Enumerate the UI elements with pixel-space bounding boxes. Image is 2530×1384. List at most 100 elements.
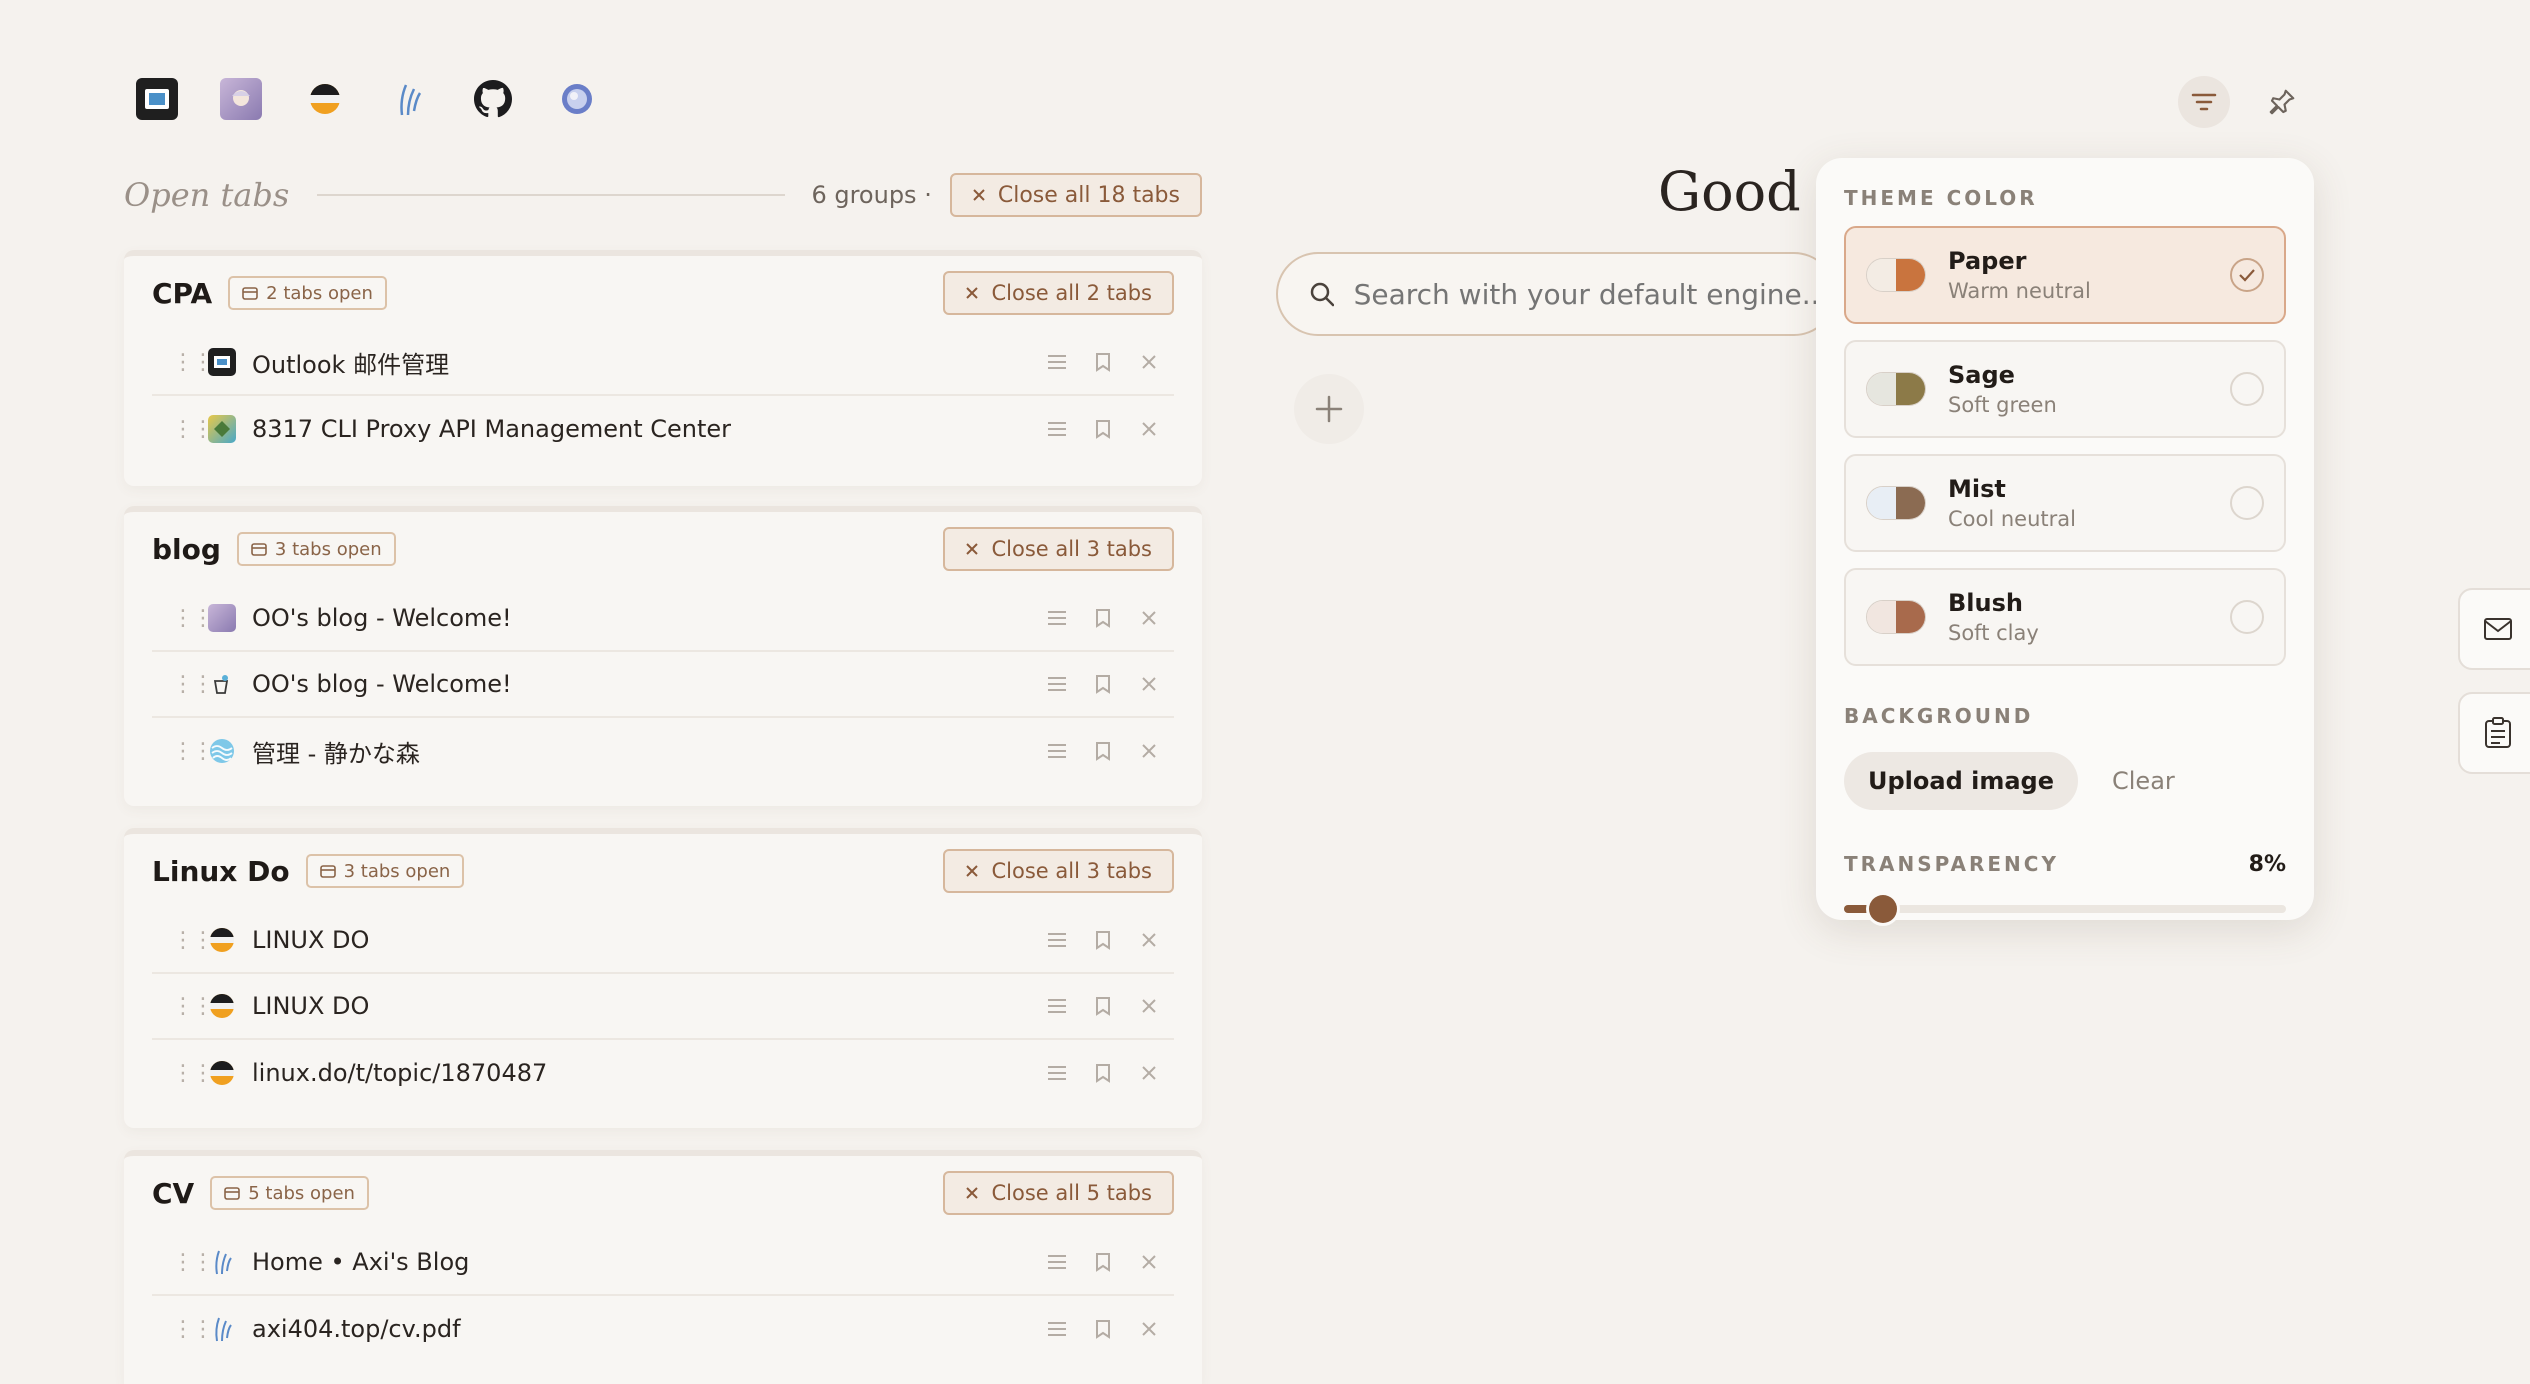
list-icon[interactable] xyxy=(1046,1251,1068,1273)
close-all-tabs-button[interactable]: Close all 18 tabs xyxy=(949,173,1202,217)
list-icon[interactable] xyxy=(1046,673,1068,695)
anime-avatar-favicon[interactable] xyxy=(220,78,262,120)
list-icon[interactable] xyxy=(1046,995,1068,1017)
close-group-button[interactable]: Close all 3 tabs xyxy=(943,849,1174,893)
transparency-slider[interactable] xyxy=(1844,895,2286,923)
theme-swatch xyxy=(1866,486,1926,520)
close-tab-icon[interactable] xyxy=(1138,418,1160,440)
tab-row[interactable]: ⋮⋮ axi404.top/cv.pdf xyxy=(152,1296,1174,1362)
calendar-icon xyxy=(319,865,336,878)
tab-row[interactable]: ⋮⋮ LINUX DO xyxy=(152,908,1174,974)
theme-option-blush[interactable]: Blush Soft clay xyxy=(1844,568,2286,666)
check-icon[interactable] xyxy=(2230,258,2264,292)
tab-row[interactable]: ⋮⋮ OO's blog - Welcome! xyxy=(152,586,1174,652)
axi-blog-favicon[interactable] xyxy=(388,78,430,120)
background-label: BACKGROUND xyxy=(1844,704,2034,728)
open-tabs-title: Open tabs xyxy=(124,176,290,214)
github-icon[interactable] xyxy=(472,78,514,120)
list-icon[interactable] xyxy=(1046,740,1068,762)
tab-group-cv: CV 5 tabs open Close all 5 tabs ⋮⋮ Home … xyxy=(124,1150,1202,1384)
theme-swatch xyxy=(1866,258,1926,292)
bookmark-icon[interactable] xyxy=(1092,607,1114,629)
cup-favicon xyxy=(208,670,236,698)
upload-image-button[interactable]: Upload image xyxy=(1844,752,2078,810)
theme-swatch xyxy=(1866,600,1926,634)
tab-title: LINUX DO xyxy=(252,926,370,954)
bookmark-icon[interactable] xyxy=(1092,740,1114,762)
close-tab-icon[interactable] xyxy=(1138,673,1160,695)
close-group-button[interactable]: Close all 2 tabs xyxy=(943,271,1174,315)
calendar-icon xyxy=(251,543,267,556)
linux-do-favicon xyxy=(208,1059,236,1087)
close-tab-icon[interactable] xyxy=(1138,1062,1160,1084)
list-icon[interactable] xyxy=(1046,1062,1068,1084)
theme-option-sage[interactable]: Sage Soft green xyxy=(1844,340,2286,438)
close-icon xyxy=(966,543,979,555)
bookmark-icon[interactable] xyxy=(1092,995,1114,1017)
close-tab-icon[interactable] xyxy=(1138,351,1160,373)
bookmark-icon[interactable] xyxy=(1092,1318,1114,1340)
list-icon[interactable] xyxy=(1046,1318,1068,1340)
tab-row[interactable]: ⋮⋮ Outlook 邮件管理 xyxy=(152,330,1174,396)
list-icon[interactable] xyxy=(1046,607,1068,629)
search-input[interactable] xyxy=(1353,277,1834,311)
outlook-favicon[interactable] xyxy=(136,78,178,120)
tab-row[interactable]: ⋮⋮ Home • Axi's Blog xyxy=(152,1230,1174,1296)
close-group-button[interactable]: Close all 5 tabs xyxy=(943,1171,1174,1215)
slider-thumb[interactable] xyxy=(1869,895,1898,923)
list-icon[interactable] xyxy=(1046,351,1068,373)
drag-handle-icon[interactable]: ⋮⋮ xyxy=(152,1250,214,1275)
tabs-open-badge: 3 tabs open xyxy=(236,532,396,566)
close-group-button[interactable]: Close all 3 tabs xyxy=(943,527,1174,571)
pin-icon xyxy=(2269,89,2295,115)
theme-option-paper[interactable]: Paper Warm neutral xyxy=(1844,226,2286,324)
filter-button[interactable] xyxy=(2178,76,2230,128)
tab-row[interactable]: ⋮⋮ LINUX DO xyxy=(152,974,1174,1040)
tab-row[interactable]: ⋮⋮ linux.do/t/topic/1870487 xyxy=(152,1040,1174,1106)
tab-row[interactable]: ⋮⋮ 8317 CLI Proxy API Management Center xyxy=(152,396,1174,462)
pin-button[interactable] xyxy=(2256,76,2308,128)
bookmark-icon[interactable] xyxy=(1092,351,1114,373)
radio-button[interactable] xyxy=(2230,486,2264,520)
drag-handle-icon[interactable]: ⋮⋮ xyxy=(152,739,214,764)
bookmark-icon[interactable] xyxy=(1092,673,1114,695)
close-tab-icon[interactable] xyxy=(1138,929,1160,951)
drag-handle-icon[interactable]: ⋮⋮ xyxy=(152,417,214,442)
theme-panel: THEME COLOR Paper Warm neutral Sage Soft… xyxy=(1816,158,2314,923)
tab-row[interactable]: ⋮⋮ 管理 - 静かな森 xyxy=(152,718,1174,784)
list-icon[interactable] xyxy=(1046,418,1068,440)
drag-handle-icon[interactable]: ⋮⋮ xyxy=(152,1317,214,1342)
close-tab-icon[interactable] xyxy=(1138,740,1160,762)
bookmark-icon[interactable] xyxy=(1092,1251,1114,1273)
search-bar[interactable] xyxy=(1276,252,1836,336)
drag-handle-icon[interactable]: ⋮⋮ xyxy=(152,994,214,1019)
calendar-icon xyxy=(242,287,258,300)
bookmark-icon[interactable] xyxy=(1092,929,1114,951)
tab-title: LINUX DO xyxy=(252,992,370,1020)
bookmark-icon[interactable] xyxy=(1092,1062,1114,1084)
close-tab-icon[interactable] xyxy=(1138,607,1160,629)
drag-handle-icon[interactable]: ⋮⋮ xyxy=(152,350,214,375)
add-shortcut-button[interactable] xyxy=(1294,374,1364,444)
globe-favicon[interactable] xyxy=(556,78,598,120)
drag-handle-icon[interactable]: ⋮⋮ xyxy=(152,606,214,631)
outlook-favicon xyxy=(208,348,236,376)
mail-button[interactable] xyxy=(2458,588,2530,670)
linux-do-favicon[interactable] xyxy=(304,78,346,120)
radio-button[interactable] xyxy=(2230,600,2264,634)
theme-color-label: THEME COLOR xyxy=(1844,186,2038,210)
list-icon[interactable] xyxy=(1046,929,1068,951)
bookmark-icon[interactable] xyxy=(1092,418,1114,440)
notes-button[interactable] xyxy=(2458,692,2530,774)
drag-handle-icon[interactable]: ⋮⋮ xyxy=(152,1061,214,1086)
close-tab-icon[interactable] xyxy=(1138,1251,1160,1273)
close-tab-icon[interactable] xyxy=(1138,995,1160,1017)
drag-handle-icon[interactable]: ⋮⋮ xyxy=(152,928,214,953)
clear-background-button[interactable]: Clear xyxy=(2088,752,2199,810)
radio-button[interactable] xyxy=(2230,372,2264,406)
tab-row[interactable]: ⋮⋮ OO's blog - Welcome! xyxy=(152,652,1174,718)
tab-title: 8317 CLI Proxy API Management Center xyxy=(252,415,732,443)
theme-option-mist[interactable]: Mist Cool neutral xyxy=(1844,454,2286,552)
drag-handle-icon[interactable]: ⋮⋮ xyxy=(152,672,214,697)
close-tab-icon[interactable] xyxy=(1138,1318,1160,1340)
